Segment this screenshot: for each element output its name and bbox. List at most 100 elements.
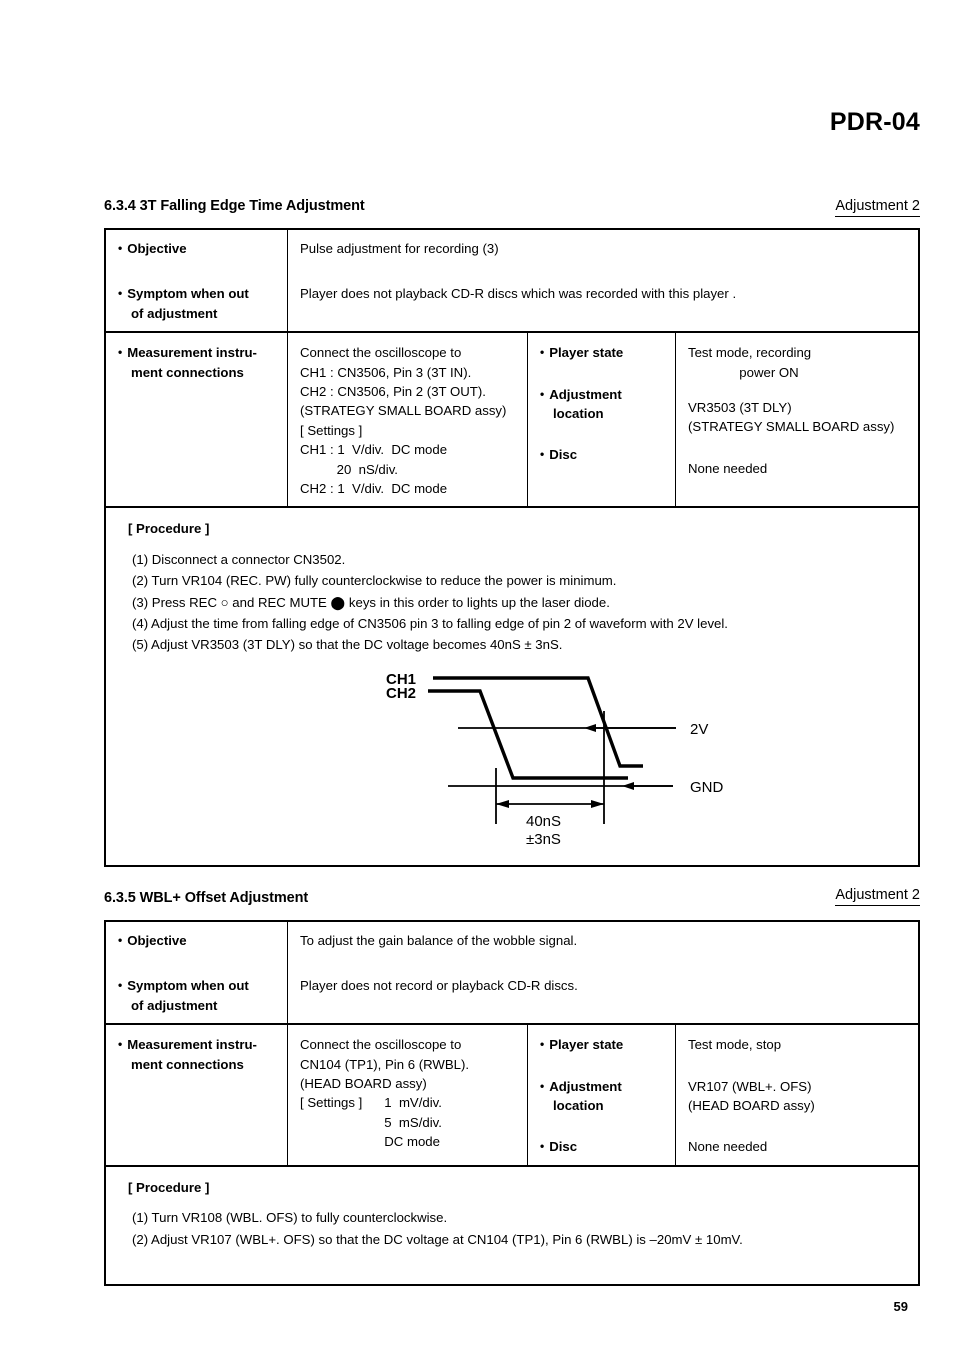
adjustment-location-label-line1: Adjustment xyxy=(540,385,667,404)
state-value-column-634: Test mode, recording power ON VR3503 (3T… xyxy=(676,333,918,506)
player-state-value: Test mode, stop xyxy=(688,1037,782,1053)
objective-label: Objective xyxy=(118,239,279,258)
measurement-line: (HEAD BOARD assy) xyxy=(300,1076,427,1092)
table-row: Objective Symptom when out of adjustment… xyxy=(106,922,918,1026)
procedure-item: (2) Turn VR104 (REC. PW) fully countercl… xyxy=(132,573,617,589)
measurement-line: CN104 (TP1), Pin 6 (RWBL). xyxy=(300,1056,470,1072)
disc-label: Disc xyxy=(540,445,667,464)
measurement-line: CH1 : 1 V/div. DC mode xyxy=(300,442,448,458)
measurement-line: [ Settings ] 1 mV/div. xyxy=(300,1095,442,1111)
disc-label: Disc xyxy=(540,1137,667,1156)
measurement-line: [ Settings ] xyxy=(300,422,363,438)
measurement-label-635: Measurement instru- ment connections xyxy=(106,1025,288,1165)
procedure-item: (5) Adjust VR3503 (3T DLY) so that the D… xyxy=(132,637,563,653)
label-column-635-a: Objective Symptom when out of adjustment xyxy=(106,922,288,1024)
player-state-value-cont: power ON xyxy=(688,364,799,380)
procedure-title: [ Procedure ] xyxy=(128,521,210,537)
measurement-line: 5 mS/div. xyxy=(300,1114,442,1130)
page-number: 59 xyxy=(893,1299,908,1314)
table-row: Measurement instru- ment connections Con… xyxy=(106,1025,918,1167)
symptom-label-line2: of adjustment xyxy=(131,305,218,321)
procedure-title: [ Procedure ] xyxy=(128,1179,210,1195)
measurement-line: (STRATEGY SMALL BOARD assy) xyxy=(300,403,507,419)
measurement-line: DC mode xyxy=(300,1134,440,1150)
section-heading-635: 6.3.5 WBL+ Offset Adjustment xyxy=(104,890,309,906)
manual-page: PDR-04 6.3.4 3T Falling Edge Time Adjust… xyxy=(0,0,954,1348)
adjustment-location-label-line1: Adjustment xyxy=(540,1077,667,1096)
symptom-label-line1: Symptom when out xyxy=(118,976,279,995)
player-state-label: Player state xyxy=(540,1035,667,1054)
measurement-label-line2: ment connections xyxy=(131,364,244,380)
measurement-detail-635: Connect the oscilloscope to CN104 (TP1),… xyxy=(288,1025,528,1165)
objective-label: Objective xyxy=(118,931,279,950)
measurement-label-634: Measurement instru- ment connections xyxy=(106,333,288,507)
symptom-text: Player does not playback CD-R discs whic… xyxy=(300,286,737,302)
dimension-arrowhead-right xyxy=(591,799,604,808)
value-column-635-a: To adjust the gain balance of the wobble… xyxy=(288,922,918,1023)
objective-text: To adjust the gain balance of the wobble… xyxy=(300,933,578,948)
state-label-column-635: Player state Adjustment location Disc xyxy=(528,1025,676,1165)
measurement-line: Connect the oscilloscope to xyxy=(300,1037,462,1053)
level-2v-arrowhead xyxy=(584,723,596,732)
ch2-label: CH2 xyxy=(386,685,416,702)
procedure-item: (1) Turn VR108 (WBL. OFS) to fully count… xyxy=(132,1210,448,1226)
adjustment-tag-634: Adjustment 2 xyxy=(835,198,920,217)
procedure-block-634: [ Procedure ] (1) Disconnect a connector… xyxy=(106,508,918,864)
table-row: Objective Symptom when out of adjustment… xyxy=(106,230,918,334)
player-state-value: Test mode, recording xyxy=(688,345,812,361)
table-row: Measurement instru- ment connections Con… xyxy=(106,333,918,509)
disc-value: None needed xyxy=(688,1139,768,1155)
dimension-tolerance: ±3nS xyxy=(526,831,561,848)
adjustment-location-value-line1: VR107 (WBL+. OFS) xyxy=(688,1078,812,1094)
model-header: PDR-04 xyxy=(829,108,920,136)
measurement-label-line2: ment connections xyxy=(131,1056,244,1072)
player-state-label: Player state xyxy=(540,343,667,362)
procedure-item: (2) Adjust VR107 (WBL+. OFS) so that the… xyxy=(132,1231,743,1247)
measurement-label-line1: Measurement instru- xyxy=(118,343,279,362)
symptom-label-line1: Symptom when out xyxy=(118,284,279,303)
procedure-item: (4) Adjust the time from falling edge of… xyxy=(132,615,728,631)
symptom-text: Player does not record or playback CD-R … xyxy=(300,978,578,994)
disc-value: None needed xyxy=(688,460,768,476)
adjustment-tag-635: Adjustment 2 xyxy=(835,887,920,906)
level-2v-label: 2V xyxy=(690,721,708,738)
adjustment-location-label-line2: location xyxy=(553,406,604,422)
state-value-column-635: Test mode, stop VR107 (WBL+. OFS) (HEAD … xyxy=(676,1025,918,1165)
measurement-detail-634: Connect the oscilloscope to CH1 : CN3506… xyxy=(288,333,528,507)
measurement-line: CH2 : CN3506, Pin 2 (3T OUT). xyxy=(300,384,486,400)
gnd-label: GND xyxy=(690,779,724,796)
section-heading-634: 6.3.4 3T Falling Edge Time Adjustment xyxy=(104,198,365,214)
measurement-line: CH1 : CN3506, Pin 3 (3T IN). xyxy=(300,364,472,380)
measurement-line: Connect the oscilloscope to xyxy=(300,345,462,361)
procedure-block-635: [ Procedure ] (1) Turn VR108 (WBL. OFS) … xyxy=(106,1167,918,1284)
procedure-item: (3) Press REC ○ and REC MUTE ⬤ keys in t… xyxy=(132,594,610,610)
waveform-svg: CH1 CH2 2V GND 40nS ±3nS xyxy=(386,671,724,848)
waveform-figure: CH1 CH2 2V GND 40nS ±3nS xyxy=(128,656,906,851)
adjustment-location-value-line2: (HEAD BOARD assy) xyxy=(688,1098,815,1114)
gnd-arrowhead xyxy=(622,781,634,790)
adjustment-location-value-line2: (STRATEGY SMALL BOARD assy) xyxy=(688,419,895,435)
adjustment-table-634: Objective Symptom when out of adjustment… xyxy=(104,228,920,867)
measurement-label-line1: Measurement instru- xyxy=(118,1035,279,1054)
symptom-label-line2: of adjustment xyxy=(131,997,218,1013)
adjustment-location-label-line2: location xyxy=(553,1098,604,1114)
measurement-line: 20 nS/div. xyxy=(300,461,398,477)
objective-text: Pulse adjustment for recording (3) xyxy=(300,241,499,256)
dimension-value: 40nS xyxy=(526,813,561,830)
adjustment-location-value-line1: VR3503 (3T DLY) xyxy=(688,400,792,416)
label-column-634-a: Objective Symptom when out of adjustment xyxy=(106,230,288,332)
measurement-line: CH2 : 1 V/div. DC mode xyxy=(300,481,448,497)
state-label-column-634: Player state Adjustment location Disc xyxy=(528,333,676,507)
dimension-arrowhead-left xyxy=(496,799,509,808)
